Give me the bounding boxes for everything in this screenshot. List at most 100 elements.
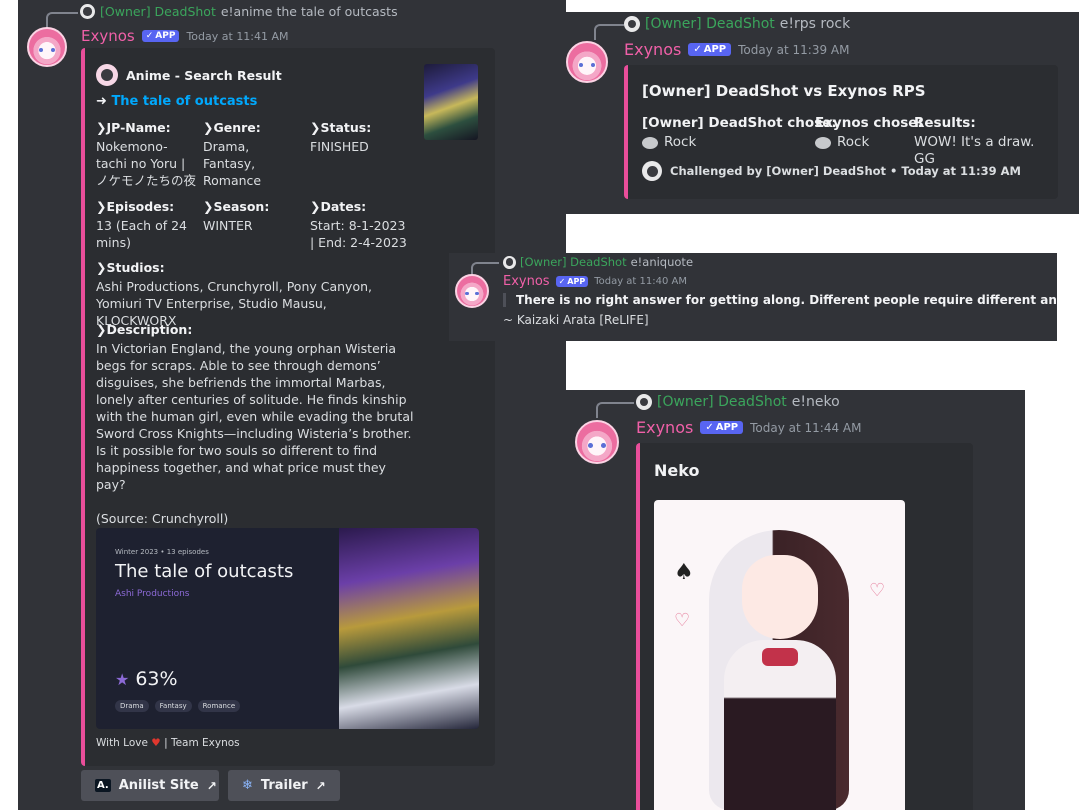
anime-embed: Anime - Search Result ➜ The tale of outc… [81, 48, 495, 766]
trailer-button[interactable]: ❄ Trailer ↗ [228, 770, 340, 801]
field-value: Rock [815, 134, 923, 151]
button-label: Trailer [260, 778, 308, 793]
field-episodes: ❯Episodes: 13 (Each of 24 mins) [96, 199, 191, 251]
card-title: The tale of outcasts [115, 561, 294, 582]
quote-block: There is no right answer for getting alo… [503, 293, 1057, 307]
reply-preview[interactable]: [Owner] DeadShot e!neko [636, 394, 840, 410]
field-studios: ❯Studios: Ashi Productions, Crunchyroll,… [96, 260, 396, 329]
avatar-eye [465, 291, 469, 296]
owner-avatar[interactable] [624, 16, 640, 32]
bot-avatar[interactable] [566, 41, 608, 83]
bot-avatar[interactable] [455, 274, 489, 308]
timestamp[interactable]: Today at 11:44 AM [750, 421, 861, 435]
field-genre: ❯Genre: Drama, Fantasy, Romance [203, 120, 303, 189]
reply-connector [596, 402, 634, 418]
anilist-site-button[interactable]: A. Anilist Site ↗ [81, 770, 219, 801]
timestamp[interactable]: Today at 11:39 AM [738, 43, 849, 57]
choice-value: Rock [664, 134, 697, 150]
field-description: ❯Description: In Victorian England, the … [96, 322, 416, 527]
timestamp[interactable]: Today at 11:40 AM [594, 276, 687, 287]
reply-command[interactable]: e!neko [792, 394, 840, 410]
field-label: Results: [914, 115, 976, 131]
field-label: ❯Genre: [203, 120, 261, 135]
embed-title: [Owner] DeadShot vs Exynos RPS [642, 82, 926, 100]
anime-message-panel: [Owner] DeadShot e!anime the tale of out… [18, 0, 566, 810]
timestamp[interactable]: Today at 11:41 AM [186, 30, 288, 43]
score-value: 63% [135, 668, 178, 690]
button-label: Anilist Site [118, 778, 199, 793]
neko-image[interactable]: ♠ ♡ ♡ [654, 500, 905, 810]
reply-author[interactable]: [Owner] DeadShot [645, 16, 775, 32]
description-text: In Victorian England, the young orphan W… [96, 341, 414, 492]
reply-command[interactable]: e!anime the tale of outcasts [221, 4, 398, 19]
field-value: 13 (Each of 24 mins) [96, 218, 188, 250]
neko-message-panel: [Owner] DeadShot e!neko Exynos ✓ APP Tod… [566, 390, 1025, 810]
owner-avatar[interactable] [80, 4, 95, 19]
avatar-eye [39, 47, 44, 53]
message-header: Exynos ✓ APP Today at 11:44 AM [636, 418, 861, 437]
field-value: FINISHED [310, 139, 369, 154]
anilist-icon: A. [95, 779, 111, 792]
anime-card-image[interactable]: Winter 2023 • 13 episodes The tale of ou… [96, 528, 479, 729]
reply-author[interactable]: [Owner] DeadShot [100, 4, 216, 19]
reply-author[interactable]: [Owner] DeadShot [657, 394, 787, 410]
field-label: ❯Studios: [96, 260, 165, 275]
field-label: [Owner] DeadShot chose: [642, 115, 837, 131]
reply-preview[interactable]: [Owner] DeadShot e!anime the tale of out… [80, 4, 398, 19]
avatar-eye [475, 291, 479, 296]
reply-command[interactable]: e!rps rock [780, 16, 850, 32]
ribbon-icon [762, 648, 798, 666]
owner-avatar[interactable] [636, 394, 652, 410]
card-score: ★ 63% [115, 668, 178, 690]
badge-label: APP [567, 277, 586, 286]
bot-name[interactable]: Exynos [624, 40, 681, 59]
footer-text: Challenged by [Owner] DeadShot • Today a… [670, 164, 1021, 178]
avatar-eye [601, 442, 606, 448]
bot-name[interactable]: Exynos [636, 418, 693, 437]
star-icon: ★ [115, 669, 130, 689]
owner-avatar[interactable] [503, 255, 516, 269]
heart-icon: ♡ [674, 610, 691, 631]
field-jp-name: ❯JP-Name: Nokemono-tachi no Yoru | ノケモノた… [96, 120, 198, 189]
app-badge: ✓ APP [555, 276, 589, 287]
bot-name[interactable]: Exynos [503, 274, 550, 289]
reply-command[interactable]: e!aniquote [631, 255, 693, 269]
reply-preview[interactable]: [Owner] DeadShot e!aniquote [503, 255, 693, 269]
reply-preview[interactable]: [Owner] DeadShot e!rps rock [624, 16, 850, 32]
embed-author: Anime - Search Result [96, 64, 282, 86]
field-label: ❯Description: [96, 322, 193, 337]
neko-embed: Neko ♠ ♡ ♡ [636, 443, 973, 810]
rock-icon [815, 136, 831, 149]
avatar-eye [588, 442, 593, 448]
avatar-eye [50, 47, 55, 53]
tag: Drama [115, 700, 149, 712]
field-label: Exynos chose: [815, 115, 923, 131]
embed-title[interactable]: ➜ The tale of outcasts [96, 94, 257, 109]
bot-name[interactable]: Exynos [81, 27, 135, 45]
field-bot-choice: Exynos chose: Rock [815, 115, 923, 151]
snowflake-icon: ❄ [242, 778, 253, 793]
footer-text: With Love [96, 737, 148, 749]
bot-avatar[interactable] [27, 27, 67, 67]
quote-text: There is no right answer for getting alo… [516, 293, 1057, 307]
rps-message-panel: [Owner] DeadShot e!rps rock Exynos ✓ APP… [566, 12, 1079, 214]
field-value: WINTER [203, 218, 253, 233]
reply-author[interactable]: [Owner] DeadShot [520, 255, 627, 269]
anime-title-link[interactable]: The tale of outcasts [111, 94, 257, 109]
reply-connector [46, 12, 78, 28]
embed-footer: Challenged by [Owner] DeadShot • Today a… [642, 161, 1021, 181]
external-link-icon: ↗ [315, 778, 326, 793]
anime-thumbnail[interactable] [424, 64, 478, 140]
badge-label: APP [155, 31, 176, 41]
choice-value: Rock [837, 134, 870, 150]
avatar-eye [590, 62, 596, 68]
field-value: Drama, Fantasy, Romance [203, 139, 262, 188]
field-label: ❯Dates: [310, 199, 367, 214]
badge-label: APP [703, 44, 727, 55]
tag: Fantasy [154, 700, 192, 712]
field-label: ❯Episodes: [96, 199, 175, 214]
field-value: Start: 8-1-2023 | End: 2-4-2023 [310, 218, 407, 250]
bot-avatar[interactable] [575, 420, 619, 464]
badge-label: APP [715, 422, 739, 433]
description-source: (Source: Crunchyroll) [96, 511, 229, 526]
